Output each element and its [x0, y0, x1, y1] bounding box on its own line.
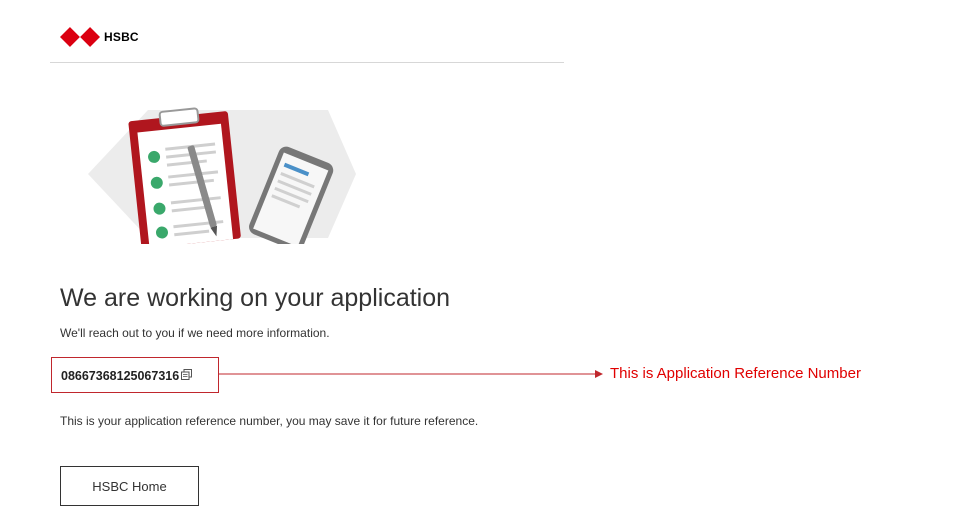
page-subtitle: We'll reach out to you if we need more i…: [60, 326, 330, 340]
annotation-arrow-icon: [219, 370, 603, 378]
clipboard-phone-illustration-icon: [88, 107, 356, 251]
hsbc-home-button[interactable]: HSBC Home: [60, 466, 199, 506]
reference-number: 08667368125067316: [61, 369, 193, 383]
reference-note: This is your application reference numbe…: [60, 414, 479, 428]
hsbc-hexagon-icon: [60, 27, 100, 47]
page-header: HSBC: [50, 0, 564, 63]
hsbc-logo[interactable]: HSBC: [60, 27, 139, 47]
copy-icon[interactable]: [181, 369, 193, 383]
annotation-label: This is Application Reference Number: [610, 365, 861, 382]
application-illustration: [88, 104, 358, 251]
reference-number-value: 08667368125067316: [61, 369, 180, 383]
brand-name: HSBC: [104, 30, 139, 44]
page-title: We are working on your application: [60, 284, 451, 312]
